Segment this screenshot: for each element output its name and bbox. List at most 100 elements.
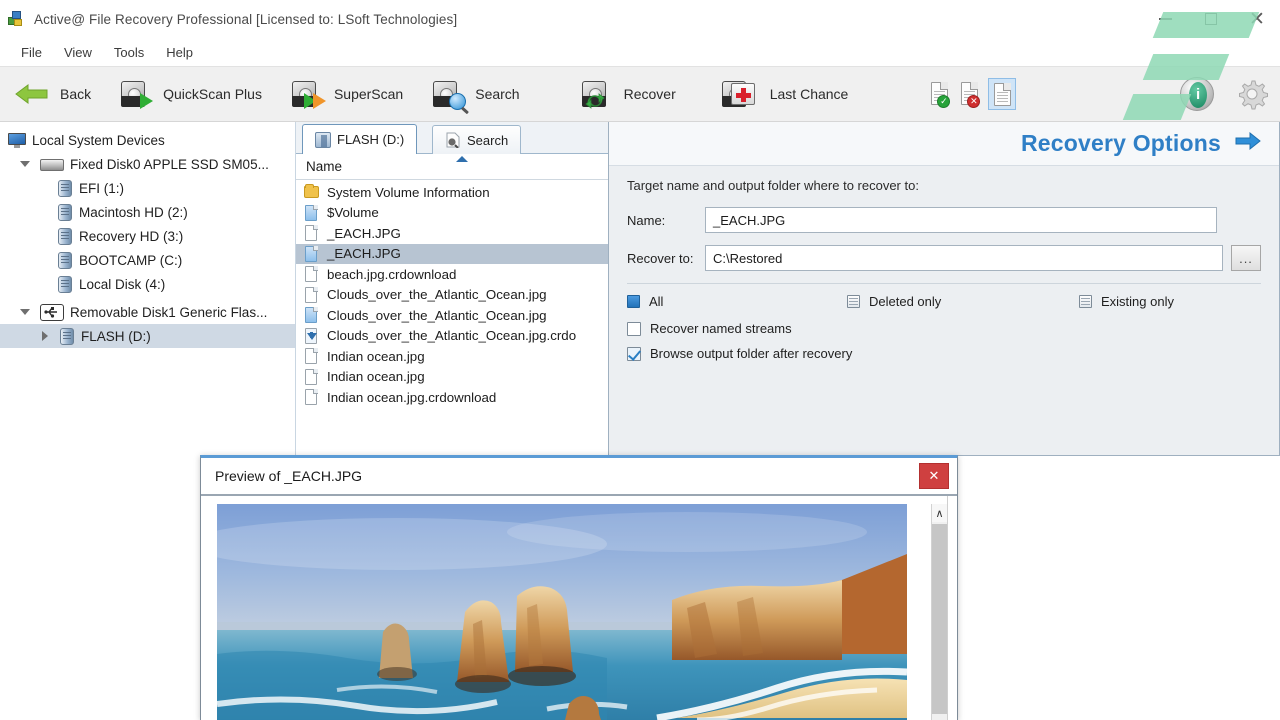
table-row[interactable]: Indian ocean.jpg <box>296 367 612 388</box>
page-title: Recovery Options <box>1020 130 1221 156</box>
sidebar-item-label: EFI (1:) <box>79 180 125 196</box>
file-blue-icon <box>304 204 319 222</box>
table-row[interactable]: Clouds_over_the_Atlantic_Ocean.jpg <box>296 285 612 306</box>
scope-option-label: All <box>649 294 664 309</box>
menu-item-view[interactable]: View <box>53 42 103 63</box>
recover-to-label: Recover to: <box>627 250 694 266</box>
table-row[interactable]: System Volume Information <box>296 182 612 203</box>
drive-icon <box>58 203 72 221</box>
sidebar-item-bootcamp[interactable]: BOOTCAMP (C:) <box>0 248 295 272</box>
sidebar-item-fixed-disk0[interactable]: Fixed Disk0 APPLE SSD SM05... <box>0 152 295 176</box>
tree-root-local-system-devices[interactable]: Local System Devices <box>0 128 295 152</box>
file-white-icon <box>304 347 319 365</box>
menu-item-tools[interactable]: Tools <box>103 42 155 63</box>
toolbar-button-search[interactable]: Search <box>417 67 533 121</box>
maximize-button[interactable] <box>1188 0 1234 38</box>
scrollbar-thumb[interactable] <box>932 524 947 714</box>
file-white-icon <box>304 286 319 304</box>
name-field-row: Name: _EACH.JPG <box>627 207 1261 233</box>
toolbar-label-recover: Recover <box>623 86 676 102</box>
toolbar-button-recover[interactable]: Recover <box>566 67 690 121</box>
toolbar-right-icons: i <box>1180 66 1270 122</box>
expander-down-icon[interactable] <box>18 305 32 319</box>
sidebar-item-macintosh-hd[interactable]: Macintosh HD (2:) <box>0 200 295 224</box>
scope-option-deleted-only[interactable]: Deleted only <box>847 294 1079 309</box>
name-input[interactable]: _EACH.JPG <box>705 207 1217 233</box>
checkbox-recover-named-streams[interactable]: Recover named streams <box>627 321 1261 336</box>
drive-icon <box>58 227 72 245</box>
toolbar-button-last-chance[interactable]: Last Chance <box>708 67 863 121</box>
sidebar-item-recovery-hd[interactable]: Recovery HD (3:) <box>0 224 295 248</box>
preview-close-button[interactable]: ✕ <box>919 463 949 489</box>
sidebar-item-flash-d[interactable]: FLASH (D:) <box>0 324 295 348</box>
checkbox-checked-icon <box>627 346 641 361</box>
preview-image <box>217 504 907 720</box>
drive-icon <box>58 251 72 269</box>
file-name: Indian ocean.jpg <box>327 369 425 385</box>
checkbox-browse-output-folder[interactable]: Browse output folder after recovery <box>627 346 1261 361</box>
window-controls: ✕ <box>1142 0 1280 38</box>
menu-item-help[interactable]: Help <box>155 42 204 63</box>
close-button[interactable]: ✕ <box>1234 0 1280 38</box>
disk-first-aid-icon <box>721 78 760 110</box>
file-white-icon <box>304 224 319 242</box>
file-download-icon <box>304 327 319 345</box>
preview-scrollbar[interactable]: ∧ <box>931 504 947 720</box>
file-name: Indian ocean.jpg.crdownload <box>327 389 497 405</box>
sidebar-item-label: Recovery HD (3:) <box>79 228 184 244</box>
arrow-right-icon[interactable] <box>1235 131 1261 156</box>
toolbar-button-superscan[interactable]: SuperScan <box>276 67 417 121</box>
scroll-up-button[interactable]: ∧ <box>932 504 947 522</box>
sidebar-item-efi[interactable]: EFI (1:) <box>0 176 295 200</box>
expander-right-icon[interactable] <box>38 329 52 343</box>
toolbar-button-back[interactable]: Back <box>0 67 105 121</box>
minimize-button[interactable] <box>1142 0 1188 38</box>
sidebar-item-label: Removable Disk1 Generic Flas... <box>70 304 268 320</box>
gear-icon[interactable] <box>1234 76 1270 112</box>
document-ok-icon[interactable]: ✓ <box>928 80 952 108</box>
scope-option-all[interactable]: All <box>627 294 847 309</box>
table-row[interactable]: _EACH.JPG <box>296 223 612 244</box>
divider <box>627 283 1261 284</box>
recover-to-field-row: Recover to: C:\Restored ... <box>627 245 1261 271</box>
hdd-icon <box>40 157 64 172</box>
disk-orange-arrow-icon <box>290 78 326 110</box>
expander-down-icon[interactable] <box>18 157 32 171</box>
sidebar-item-removable-disk1[interactable]: Removable Disk1 Generic Flas... <box>0 300 295 324</box>
drive-icon <box>60 327 74 345</box>
tab-search[interactable]: Search <box>432 125 522 154</box>
sidebar-item-local-disk[interactable]: Local Disk (4:) <box>0 272 295 296</box>
back-arrow-icon <box>14 82 50 106</box>
document-plain-icon[interactable] <box>988 78 1017 110</box>
browse-folder-button[interactable]: ... <box>1231 245 1261 271</box>
checkbox-unchecked-icon <box>627 321 641 336</box>
recycle-arrows-icon <box>584 92 605 110</box>
name-label: Name: <box>627 212 666 228</box>
disk-recycle-icon <box>580 78 614 110</box>
document-error-icon[interactable]: ✕ <box>958 80 982 108</box>
sidebar-item-label: Fixed Disk0 APPLE SSD SM05... <box>70 156 269 172</box>
file-list-header[interactable]: Name <box>296 154 612 180</box>
file-name: _EACH.JPG <box>327 246 401 262</box>
tab-label: FLASH (D:) <box>337 132 405 147</box>
tab-flash-d[interactable]: FLASH (D:) <box>302 124 418 154</box>
table-row[interactable]: Clouds_over_the_Atlantic_Ocean.jpg.crdo <box>296 326 612 347</box>
monitor-icon <box>8 132 26 148</box>
table-row[interactable]: $Volume <box>296 203 612 224</box>
square-filled-icon <box>627 295 640 308</box>
toolbar-button-quickscan-plus[interactable]: QuickScan Plus <box>105 67 276 121</box>
menu-item-file[interactable]: File <box>10 42 53 63</box>
table-row[interactable]: Clouds_over_the_Atlantic_Ocean.jpg <box>296 305 612 326</box>
sidebar-item-label: FLASH (D:) <box>81 328 151 344</box>
recover-to-input[interactable]: C:\Restored <box>705 245 1223 271</box>
table-row[interactable]: Indian ocean.jpg.crdownload <box>296 387 612 408</box>
sidebar-item-label: Macintosh HD (2:) <box>79 204 188 220</box>
table-row[interactable]: beach.jpg.crdownload <box>296 264 612 285</box>
scope-option-existing-only[interactable]: Existing only <box>1079 294 1174 309</box>
info-icon[interactable]: i <box>1180 77 1214 111</box>
table-row[interactable]: _EACH.JPG <box>296 243 612 264</box>
recovery-options-body: Target name and output folder where to r… <box>609 166 1279 361</box>
scope-option-label: Deleted only <box>869 294 942 309</box>
file-name: Indian ocean.jpg <box>327 348 425 364</box>
table-row[interactable]: Indian ocean.jpg <box>296 346 612 367</box>
